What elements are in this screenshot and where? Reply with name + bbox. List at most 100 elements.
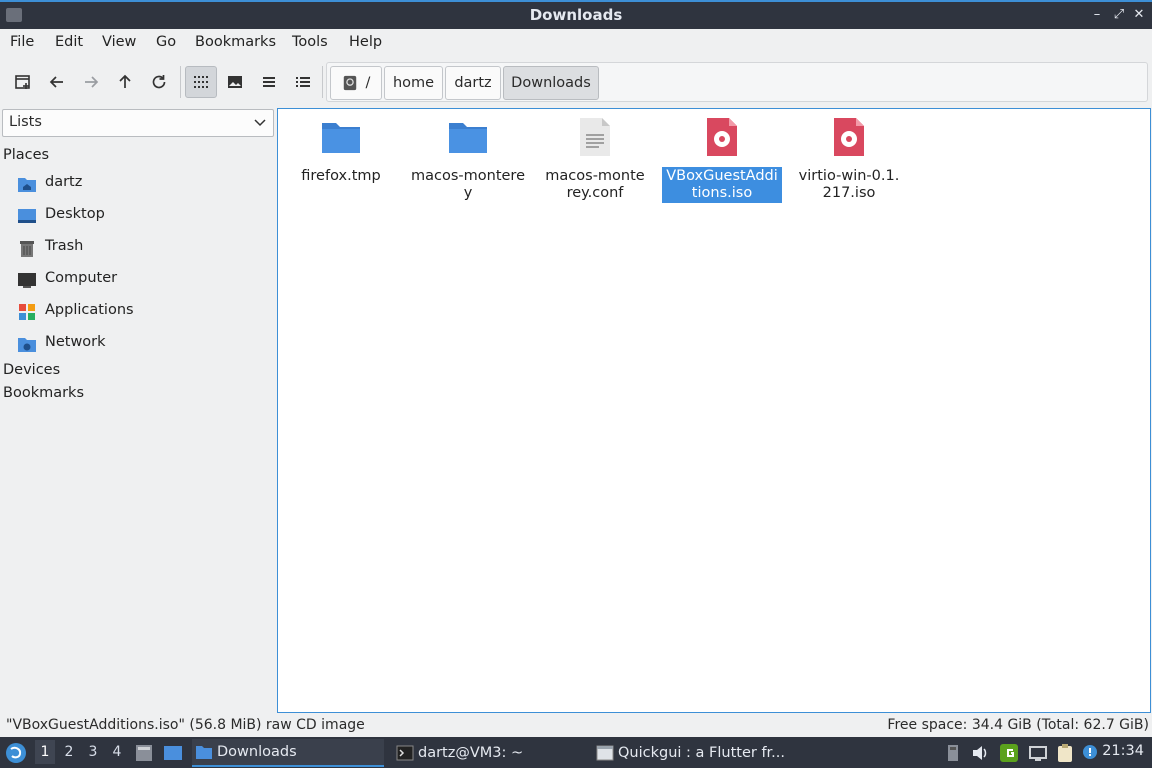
sidebar-item-computer[interactable]: Computer <box>0 265 274 295</box>
arrow-up-icon <box>119 74 131 88</box>
icon-view-icon <box>194 76 208 88</box>
sidebar-item-network[interactable]: Network <box>0 329 274 359</box>
breadcrumb-downloads[interactable]: Downloads <box>503 66 599 100</box>
file-item-virtio-win-iso[interactable]: virtio-win-0.1.217.iso <box>788 115 910 203</box>
file-item-label: virtio-win-0.1.217.iso <box>798 168 900 201</box>
sidebar-item-label: Computer <box>45 270 118 286</box>
clipboard-icon[interactable] <box>1055 743 1075 763</box>
file-manager-launcher-icon[interactable] <box>134 743 154 763</box>
menubar: File Edit View Go Bookmarks Tools Help <box>0 29 1152 57</box>
sidebar-item-trash[interactable]: Trash <box>0 233 274 263</box>
back-button[interactable] <box>41 66 73 98</box>
file-item-macos-monterey[interactable]: macos-monterey <box>407 115 529 203</box>
up-button[interactable] <box>109 66 141 98</box>
reload-icon <box>152 75 166 89</box>
compact-view-button[interactable] <box>253 66 285 98</box>
trash-icon <box>20 241 34 257</box>
network-tray-icon[interactable] <box>1028 743 1048 763</box>
terminal-icon <box>396 745 414 761</box>
side-pane-mode-select[interactable]: Lists <box>2 109 274 137</box>
task-label: dartz@VM3: ~ <box>418 745 524 761</box>
maximize-button[interactable]: ⤢ <box>1110 6 1128 24</box>
forward-button[interactable] <box>75 66 107 98</box>
start-menu-icon[interactable] <box>4 741 28 765</box>
icon-view-button[interactable] <box>185 66 217 98</box>
sidebar-item-label: Applications <box>45 302 134 318</box>
close-button[interactable]: ✕ <box>1130 6 1148 24</box>
menu-file[interactable]: File <box>10 34 34 50</box>
image-icon <box>228 76 242 88</box>
sidebar-item-label: Network <box>45 334 106 350</box>
file-view[interactable]: firefox.tmp macos-monterey macos-montere… <box>277 108 1151 713</box>
breadcrumb-dartz[interactable]: dartz <box>445 66 501 100</box>
bookmarks-heading[interactable]: Bookmarks <box>3 385 84 401</box>
drive-icon <box>343 75 356 91</box>
folder-icon <box>322 123 360 153</box>
vmware-tools-icon[interactable] <box>999 743 1019 763</box>
menu-go[interactable]: Go <box>156 34 176 50</box>
minimize-button[interactable]: – <box>1088 6 1106 24</box>
file-item-label: macos-monterey.conf <box>545 168 645 201</box>
side-pane-mode-value: Lists <box>9 114 42 130</box>
window-title: Downloads <box>529 6 623 24</box>
detailed-view-button[interactable] <box>287 66 319 98</box>
clock[interactable]: 21:34 <box>1102 743 1144 759</box>
toolbar-separator <box>180 66 181 98</box>
folder-icon <box>196 746 212 759</box>
workspace-2[interactable]: 2 <box>59 744 79 760</box>
breadcrumb: / home dartz Downloads <box>326 62 1148 102</box>
workspace-4[interactable]: 4 <box>107 744 127 760</box>
menu-view[interactable]: View <box>102 34 136 50</box>
file-item-firefox-tmp[interactable]: firefox.tmp <box>280 115 402 186</box>
menu-tools[interactable]: Tools <box>292 34 328 50</box>
text-file-icon <box>580 118 610 156</box>
applications-icon <box>19 304 35 320</box>
devices-heading[interactable]: Devices <box>3 362 60 378</box>
reload-button[interactable] <box>143 66 175 98</box>
disc-image-icon <box>834 118 864 156</box>
sidebar-item-label: dartz <box>45 174 83 190</box>
sidebar-item-applications[interactable]: Applications <box>0 297 274 327</box>
show-desktop-icon[interactable] <box>163 743 183 763</box>
usb-drive-icon[interactable] <box>943 743 963 763</box>
arrow-left-icon <box>49 76 63 88</box>
status-bar: "VBoxGuestAdditions.iso" (56.8 MiB) raw … <box>0 714 1152 736</box>
computer-icon <box>18 273 36 288</box>
places-heading[interactable]: Places <box>3 147 49 163</box>
desktop-icon <box>18 209 36 223</box>
thumbnail-view-button[interactable] <box>219 66 251 98</box>
workspace-3[interactable]: 3 <box>83 744 103 760</box>
file-item-vboxguestadditions-iso[interactable]: VBoxGuestAdditions.iso <box>661 115 783 203</box>
task-quickgui[interactable]: Quickgui : a Flutter fr... <box>594 739 794 767</box>
toolbar: / home dartz Downloads <box>0 58 1152 106</box>
task-terminal[interactable]: dartz@VM3: ~ <box>394 739 586 767</box>
disc-image-icon <box>707 118 737 156</box>
menu-edit[interactable]: Edit <box>55 34 83 50</box>
new-tab-button[interactable] <box>7 66 39 98</box>
menu-help[interactable]: Help <box>349 34 382 50</box>
list-icon <box>263 77 275 87</box>
file-item-label: firefox.tmp <box>301 168 381 184</box>
breadcrumb-root[interactable]: / <box>330 66 382 100</box>
sidebar-item-desktop[interactable]: Desktop <box>0 201 274 231</box>
free-space-status: Free space: 34.4 GiB (Total: 62.7 GiB) <box>887 717 1149 733</box>
window-titlebar[interactable]: Downloads – ⤢ ✕ <box>0 0 1152 29</box>
menu-bookmarks[interactable]: Bookmarks <box>195 34 276 50</box>
sidebar-item-label: Desktop <box>45 206 105 222</box>
volume-icon[interactable] <box>970 743 990 763</box>
file-item-macos-monterey-conf[interactable]: macos-monterey.conf <box>534 115 656 203</box>
file-item-label: macos-monterey <box>411 168 525 201</box>
file-item-label: VBoxGuestAdditions.iso <box>662 167 782 203</box>
task-downloads[interactable]: Downloads <box>192 739 384 767</box>
breadcrumb-home[interactable]: home <box>384 66 443 100</box>
workspace-1[interactable]: 1 <box>35 740 55 764</box>
new-tab-icon <box>15 75 30 89</box>
breadcrumb-root-label: / <box>365 75 371 91</box>
toolbar-separator <box>322 66 323 98</box>
window-icon <box>596 745 614 761</box>
sidebar-item-dartz[interactable]: dartz <box>0 169 274 199</box>
network-icon <box>18 338 36 352</box>
chevron-down-icon <box>254 119 266 127</box>
notification-icon[interactable] <box>1080 743 1100 763</box>
sidebar-item-label: Trash <box>45 238 84 254</box>
